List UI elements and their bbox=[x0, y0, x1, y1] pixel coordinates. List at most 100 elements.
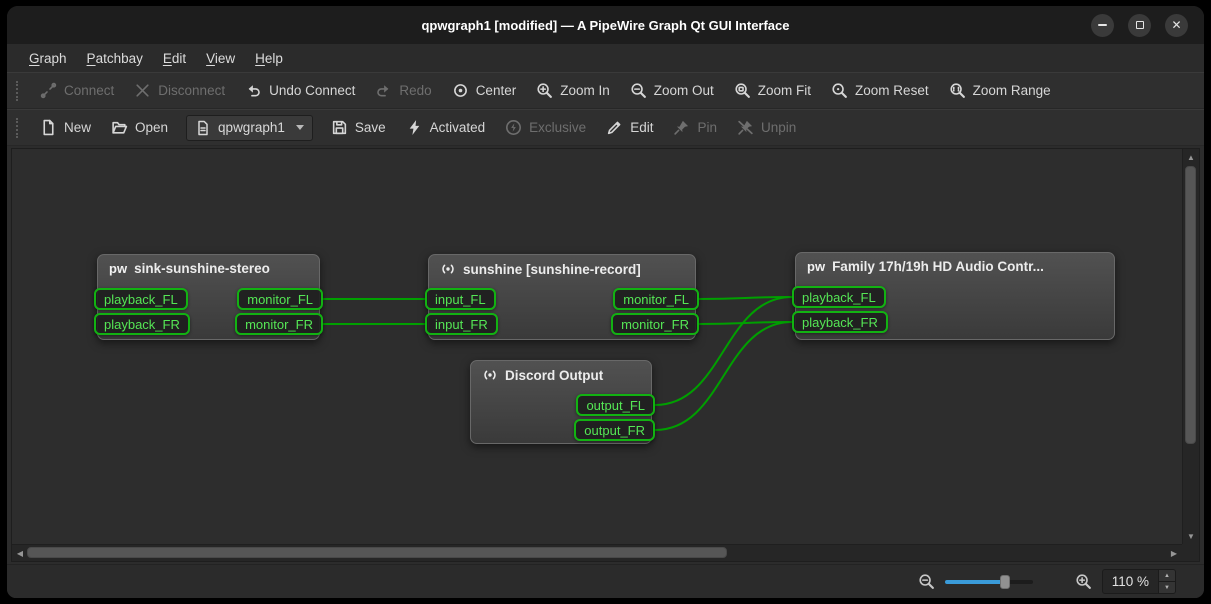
toolbar-button-pin[interactable]: Pin bbox=[663, 114, 727, 142]
toolbar-button-edit[interactable]: Edit bbox=[596, 114, 663, 142]
node-title-text: Family 17h/19h HD Audio Contr... bbox=[832, 259, 1044, 274]
toolbar-button-activated[interactable]: Activated bbox=[396, 114, 496, 142]
toolbar-button-label: Exclusive bbox=[529, 120, 586, 135]
zoom-range-icon bbox=[949, 82, 966, 99]
toolbar-button-label: Edit bbox=[630, 120, 653, 135]
titlebar[interactable]: qpwgraph1 [modified] — A PipeWire Graph … bbox=[7, 6, 1204, 44]
connections-layer bbox=[12, 149, 1182, 544]
toolbar-button-connect[interactable]: Connect bbox=[30, 77, 124, 105]
disconnect-icon bbox=[134, 82, 151, 99]
scroll-left-arrow-icon[interactable]: ◀ bbox=[12, 545, 28, 561]
port-input-playback_FR[interactable]: playback_FR bbox=[94, 313, 190, 335]
toolbar-drag-handle[interactable] bbox=[16, 81, 24, 101]
toolbar-button-zoom-in[interactable]: Zoom In bbox=[526, 77, 620, 105]
node-title-text: Discord Output bbox=[505, 368, 603, 383]
zoom-slider-handle[interactable] bbox=[1000, 575, 1010, 589]
minimize-button[interactable] bbox=[1091, 14, 1114, 37]
toolbar-button-new[interactable]: New bbox=[30, 114, 101, 142]
scroll-down-arrow-icon[interactable]: ▼ bbox=[1183, 528, 1199, 544]
port-input-input_FL[interactable]: input_FL bbox=[425, 288, 496, 310]
port-input-input_FR[interactable]: input_FR bbox=[425, 313, 498, 335]
graph-node-sunshine[interactable]: sunshine [sunshine-record] input_FL input_… bbox=[428, 254, 696, 340]
window-title: qpwgraph1 [modified] — A PipeWire Graph … bbox=[421, 18, 789, 33]
zoom-spin-down-button[interactable]: ▼ bbox=[1159, 581, 1175, 593]
node-title: sunshine [sunshine-record] bbox=[429, 255, 695, 277]
port-output-monitor_FL[interactable]: monitor_FL bbox=[613, 288, 699, 310]
toolbar-button-center[interactable]: Center bbox=[442, 77, 527, 105]
toolbar-button-zoom-out[interactable]: Zoom Out bbox=[620, 77, 724, 105]
open-icon bbox=[111, 119, 128, 136]
toolbar-button-zoom-fit[interactable]: Zoom Fit bbox=[724, 77, 821, 105]
record-icon bbox=[482, 367, 498, 383]
zoom-slider[interactable] bbox=[945, 574, 1033, 590]
toolbar-button-label: Connect bbox=[64, 83, 114, 98]
toolbar-button-zoom-reset[interactable]: Zoom Reset bbox=[821, 77, 939, 105]
menu-graph[interactable]: Graph bbox=[19, 47, 77, 70]
zoom-spin-up-button[interactable]: ▲ bbox=[1159, 570, 1175, 581]
horizontal-scrollbar[interactable]: ◀ ▶ bbox=[12, 544, 1182, 561]
scroll-right-arrow-icon[interactable]: ▶ bbox=[1166, 545, 1182, 561]
horizontal-scrollbar-handle[interactable] bbox=[27, 547, 727, 558]
graph-node-family[interactable]: pw Family 17h/19h HD Audio Contr... playba… bbox=[795, 252, 1115, 340]
port-output-output_FR[interactable]: output_FR bbox=[574, 419, 655, 441]
toolbar-button-label: Disconnect bbox=[158, 83, 225, 98]
pipewire-icon: pw bbox=[807, 259, 825, 274]
toolbar-button-label: Zoom Reset bbox=[855, 83, 929, 98]
port-output-monitor_FL[interactable]: monitor_FL bbox=[237, 288, 323, 310]
port-output-output_FL[interactable]: output_FL bbox=[576, 394, 655, 416]
menu-help[interactable]: Help bbox=[245, 47, 293, 70]
toolbar-button-disconnect[interactable]: Disconnect bbox=[124, 77, 235, 105]
zoom-in-icon bbox=[536, 82, 553, 99]
maximize-button[interactable] bbox=[1128, 14, 1151, 37]
connection-wire[interactable] bbox=[699, 297, 792, 299]
graph-canvas[interactable]: pwsink-sunshine-stereoplayback_FLplaybac… bbox=[12, 149, 1182, 544]
toolbar-button-exclusive[interactable]: Exclusive bbox=[495, 114, 596, 142]
graph-view: pwsink-sunshine-stereoplayback_FLplaybac… bbox=[11, 148, 1200, 562]
toolbar-button-zoom-range[interactable]: Zoom Range bbox=[939, 77, 1061, 105]
pipewire-icon: pw bbox=[109, 261, 127, 276]
toolbar-button-undo-connect[interactable]: Undo Connect bbox=[235, 77, 365, 105]
vertical-scrollbar[interactable]: ▲ ▼ bbox=[1182, 149, 1199, 544]
app-window: qpwgraph1 [modified] — A PipeWire Graph … bbox=[7, 6, 1204, 598]
toolbar-button-open[interactable]: Open bbox=[101, 114, 178, 142]
toolbar-button-label: Unpin bbox=[761, 120, 796, 135]
port-output-monitor_FR[interactable]: monitor_FR bbox=[235, 313, 323, 335]
toolbar-button-label: Pin bbox=[697, 120, 717, 135]
port-input-playback_FL[interactable]: playback_FL bbox=[94, 288, 188, 310]
statusbar-zoom-out-icon[interactable] bbox=[918, 573, 935, 590]
zoom-spinbox[interactable]: 110 % ▲ ▼ bbox=[1102, 569, 1176, 594]
toolbar-button-label: New bbox=[64, 120, 91, 135]
port-input-playback_FL[interactable]: playback_FL bbox=[792, 286, 886, 308]
chevron-down-icon bbox=[296, 125, 304, 130]
toolbar-drag-handle[interactable] bbox=[16, 118, 24, 138]
close-button[interactable]: ✕ bbox=[1165, 14, 1188, 37]
close-icon: ✕ bbox=[1171, 19, 1181, 31]
toolbar-file: New Open qpwgraph1 Save Activated Exclusive Ed… bbox=[7, 109, 1204, 146]
node-title: Discord Output bbox=[471, 361, 651, 383]
vertical-scrollbar-handle[interactable] bbox=[1185, 166, 1196, 444]
graph-node-discord[interactable]: Discord Output output_FL output_FR bbox=[470, 360, 652, 444]
window-controls: ✕ bbox=[1091, 6, 1188, 44]
statusbar-zoom-in-icon[interactable] bbox=[1075, 573, 1092, 590]
connect-icon bbox=[40, 82, 57, 99]
toolbar-button-unpin[interactable]: Unpin bbox=[727, 114, 806, 142]
graph-node-sink[interactable]: pwsink-sunshine-stereo playback_FLplaybac… bbox=[97, 254, 320, 340]
new-icon bbox=[40, 119, 57, 136]
zoom-slider-fill bbox=[945, 580, 1005, 584]
node-title: pw Family 17h/19h HD Audio Contr... bbox=[796, 253, 1114, 274]
port-output-monitor_FR[interactable]: monitor_FR bbox=[611, 313, 699, 335]
patchbay-file-combo[interactable]: qpwgraph1 bbox=[186, 115, 313, 141]
combo-selected-value: qpwgraph1 bbox=[218, 120, 285, 135]
menu-view[interactable]: View bbox=[196, 47, 245, 70]
record-icon bbox=[440, 261, 456, 277]
toolbar-button-label: Activated bbox=[430, 120, 486, 135]
node-title: pwsink-sunshine-stereo bbox=[98, 255, 319, 276]
connection-wire[interactable] bbox=[699, 322, 792, 324]
toolbar-button-save[interactable]: Save bbox=[321, 114, 396, 142]
unpin-icon bbox=[737, 119, 754, 136]
port-input-playback_FR[interactable]: playback_FR bbox=[792, 311, 888, 333]
menu-edit[interactable]: Edit bbox=[153, 47, 196, 70]
menu-patchbay[interactable]: Patchbay bbox=[77, 47, 153, 70]
toolbar-button-redo[interactable]: Redo bbox=[365, 77, 441, 105]
scroll-up-arrow-icon[interactable]: ▲ bbox=[1183, 149, 1199, 165]
